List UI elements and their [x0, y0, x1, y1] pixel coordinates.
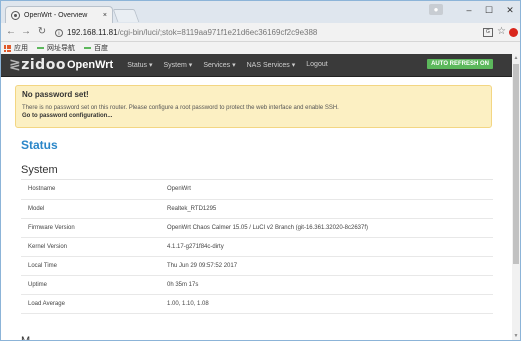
bookmarks-bar: 应用 网址导航 百度 — [1, 42, 520, 54]
tab-strip: OpenWrt - Overview × ● – ☐ ✕ — [1, 1, 520, 23]
reload-icon[interactable]: ↻ — [36, 26, 48, 38]
new-tab-button[interactable] — [112, 9, 140, 22]
url-path: /cgi-bin/luci/;stok=8119aa971f1e21d6ec36… — [117, 28, 318, 37]
page-viewport: ≷zidoo OpenWrt Status ▾ System ▾ Service… — [1, 54, 512, 341]
row-key: Kernel Version — [21, 237, 167, 257]
menu-services[interactable]: Services ▾ — [203, 61, 235, 69]
close-window-button[interactable]: ✕ — [500, 3, 520, 17]
site-info-icon[interactable]: i — [55, 28, 63, 37]
menu-status[interactable]: Status ▾ — [127, 61, 152, 69]
forward-arrow-icon[interactable]: → — [20, 26, 32, 38]
alert-text: There is no password set on this router.… — [22, 105, 339, 111]
bookmark-star-icon[interactable]: ☆ — [497, 26, 506, 37]
bookmark-baidu[interactable]: 百度 — [84, 43, 108, 53]
main-menu: Status ▾ System ▾ Services ▾ NAS Service… — [127, 61, 338, 69]
bookmark-label: 应用 — [14, 45, 28, 52]
apps-icon — [4, 44, 11, 52]
url-host: 192.168.11.81 — [67, 28, 118, 37]
row-value: 4.1.17-g271f84c-dirty — [167, 237, 493, 257]
row-key: Load Average — [21, 294, 167, 314]
luci-navbar: ≷zidoo OpenWrt Status ▾ System ▾ Service… — [1, 54, 512, 77]
brand[interactable]: ≷zidoo OpenWrt — [9, 57, 113, 73]
browser-tab[interactable]: OpenWrt - Overview × — [5, 6, 113, 23]
alert-title: No password set! — [22, 90, 89, 99]
password-config-link[interactable]: Go to password configuration... — [22, 112, 485, 120]
row-value: OpenWrt — [167, 180, 493, 200]
table-row: Load Average 1.00, 1.10, 1.08 — [21, 294, 493, 314]
scroll-down-icon[interactable]: ▼ — [512, 332, 520, 340]
row-value: OpenWrt Chaos Calmer 15.05 / LuCI v2 Bra… — [167, 218, 493, 238]
row-value: Realtek_RTD1295 — [167, 199, 493, 219]
address-bar: ← → ↻ i 192.168.11.81/cgi-bin/luci/;stok… — [1, 23, 520, 42]
back-arrow-icon[interactable]: ← — [5, 26, 17, 38]
bookmark-icon — [84, 47, 91, 49]
menu-logout[interactable]: Logout — [306, 61, 327, 69]
extension-icon[interactable] — [509, 28, 518, 37]
tab-close-icon[interactable]: × — [103, 12, 107, 19]
menu-system[interactable]: System ▾ — [164, 61, 193, 69]
table-row: Model Realtek_RTD1295 — [21, 199, 493, 219]
maximize-button[interactable]: ☐ — [479, 3, 499, 17]
system-info-table: Hostname OpenWrt Model Realtek_RTD1295 F… — [21, 180, 493, 314]
page-title: Status — [21, 138, 58, 152]
browser-window: OpenWrt - Overview × ● – ☐ ✕ ← → ↻ i 192… — [0, 0, 521, 341]
row-key: Firmware Version — [21, 218, 167, 238]
auto-refresh-toggle[interactable]: AUTO REFRESH ON — [427, 59, 493, 69]
no-password-alert: No password set! There is no password se… — [15, 85, 492, 128]
row-value: 0h 35m 17s — [167, 275, 493, 295]
bookmark-nav[interactable]: 网址导航 — [37, 43, 75, 53]
row-key: Hostname — [21, 180, 167, 200]
minimize-button[interactable]: – — [459, 3, 479, 17]
bookmark-apps[interactable]: 应用 — [4, 43, 28, 53]
table-row: Hostname OpenWrt — [21, 180, 493, 200]
row-key: Local Time — [21, 256, 167, 276]
bookmark-label: 百度 — [94, 45, 108, 52]
table-row: Local Time Thu Jun 29 09:57:52 2017 — [21, 256, 493, 276]
url-input[interactable]: i 192.168.11.81/cgi-bin/luci/;stok=8119a… — [55, 26, 475, 39]
openwrt-favicon-icon — [11, 10, 20, 20]
row-key: Uptime — [21, 275, 167, 295]
bookmark-icon — [37, 47, 44, 49]
bookmark-label: 网址导航 — [47, 45, 75, 52]
translate-icon[interactable]: G — [483, 28, 493, 37]
zidoo-logo: ≷zidoo — [9, 57, 66, 73]
brand-name: OpenWrt — [66, 59, 114, 71]
row-value: 1.00, 1.10, 1.08 — [167, 294, 493, 314]
next-section-title: M — [21, 335, 31, 341]
section-title-system: System — [21, 164, 58, 176]
row-key: Model — [21, 199, 167, 219]
tab-title: OpenWrt - Overview — [24, 11, 88, 19]
user-profile-icon[interactable]: ● — [429, 4, 443, 15]
scroll-thumb[interactable] — [513, 64, 519, 264]
table-row: Kernel Version 4.1.17-g271f84c-dirty — [21, 237, 493, 257]
page-scrollbar[interactable]: ▲ ▼ — [512, 54, 520, 340]
menu-nas-services[interactable]: NAS Services ▾ — [247, 61, 296, 69]
scroll-up-icon[interactable]: ▲ — [512, 54, 520, 62]
table-row: Firmware Version OpenWrt Chaos Calmer 15… — [21, 218, 493, 238]
row-value: Thu Jun 29 09:57:52 2017 — [167, 256, 493, 276]
brand-logo-text: zidoo — [21, 57, 66, 73]
table-row: Uptime 0h 35m 17s — [21, 275, 493, 295]
